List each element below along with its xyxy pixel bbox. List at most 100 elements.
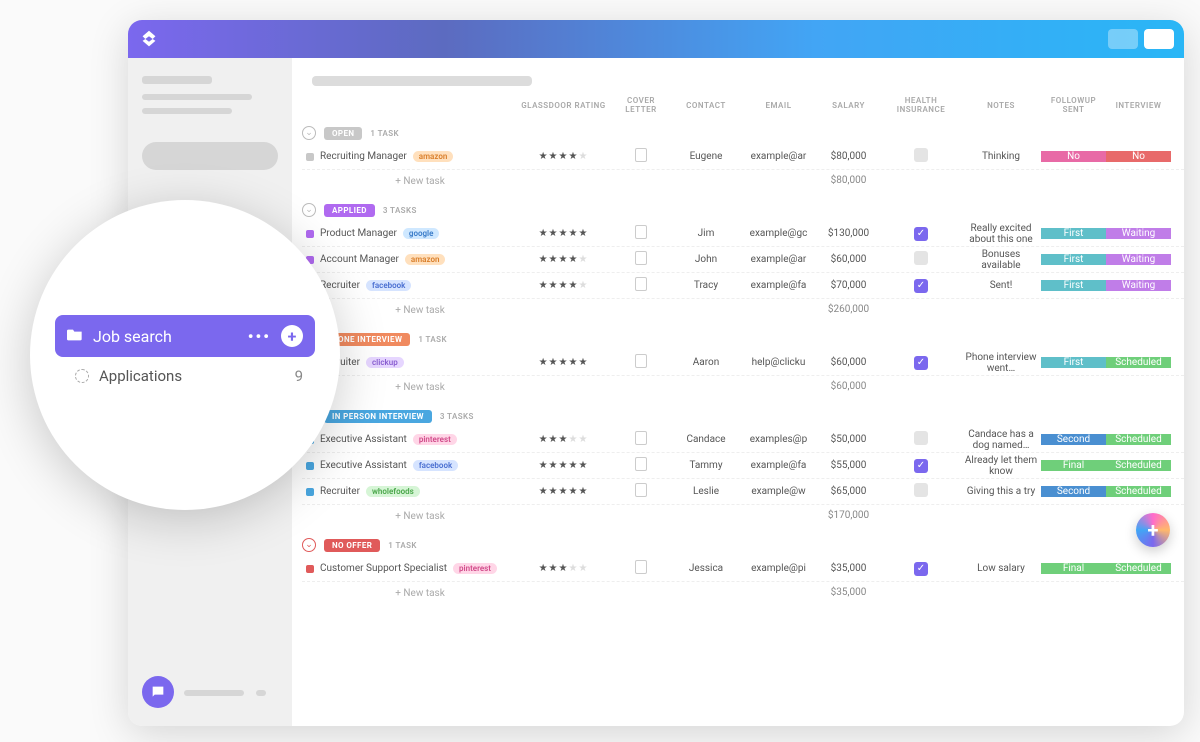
rating-cell[interactable]: ★★★★★ (516, 434, 611, 445)
company-tag[interactable]: facebook (413, 460, 458, 471)
new-task-button[interactable]: + New task (306, 299, 516, 320)
task-row[interactable]: Executive Assistant facebook ★★★★★ Tammy… (302, 453, 1184, 479)
checkbox[interactable]: ✓ (914, 279, 928, 293)
checkbox[interactable] (914, 431, 928, 445)
task-row[interactable]: Executive Assistant pinterest ★★★★★ Cand… (302, 427, 1184, 453)
salary-cell: $130,000 (816, 228, 881, 239)
document-icon[interactable] (635, 148, 647, 162)
checkbox[interactable] (914, 483, 928, 497)
rating-cell[interactable]: ★★★★★ (516, 357, 611, 368)
status-cell[interactable]: Waiting (1106, 254, 1171, 265)
status-cell[interactable]: First (1041, 228, 1106, 239)
status-cell[interactable]: Waiting (1106, 280, 1171, 291)
column-header[interactable]: HEALTH INSURANCE (881, 96, 961, 114)
task-row[interactable]: Account Manager amazon ★★★★★ John exampl… (302, 247, 1184, 273)
checkbox[interactable]: ✓ (914, 562, 928, 576)
window-button-1[interactable] (1108, 29, 1138, 49)
task-row[interactable]: Recruiting Manager amazon ★★★★★ Eugene e… (302, 144, 1184, 170)
company-tag[interactable]: wholefoods (366, 486, 420, 497)
column-header[interactable]: SALARY (816, 101, 881, 110)
document-icon[interactable] (635, 225, 647, 239)
task-row[interactable]: Recruiter clickup ★★★★★ Aaron help@click… (302, 350, 1184, 376)
status-cell[interactable]: Scheduled (1106, 563, 1171, 574)
status-cell[interactable]: Scheduled (1106, 460, 1171, 471)
checkbox[interactable]: ✓ (914, 356, 928, 370)
rating-cell[interactable]: ★★★★★ (516, 228, 611, 239)
column-header[interactable]: GLASSDOOR RATING (516, 101, 611, 110)
more-icon[interactable]: ••• (248, 327, 271, 346)
status-cell[interactable]: Second (1041, 486, 1106, 497)
task-row[interactable]: Product Manager google ★★★★★ Jim example… (302, 221, 1184, 247)
company-tag[interactable]: google (403, 228, 440, 239)
new-task-button[interactable]: + New task (306, 170, 516, 191)
checkbox[interactable]: ✓ (914, 459, 928, 473)
collapse-toggle[interactable]: ⌄ (302, 203, 316, 217)
status-label[interactable]: NO OFFER (324, 539, 380, 552)
document-icon[interactable] (635, 560, 647, 574)
status-label[interactable]: OPEN (324, 127, 362, 140)
task-row[interactable]: Customer Support Specialist pinterest ★★… (302, 556, 1184, 582)
sidebar-folder-job-search[interactable]: Job search ••• + (55, 315, 315, 357)
status-cell[interactable]: Second (1041, 434, 1106, 445)
status-cell[interactable]: Scheduled (1106, 434, 1171, 445)
company-tag[interactable]: amazon (413, 151, 454, 162)
checkbox[interactable] (914, 148, 928, 162)
rating-cell[interactable]: ★★★★★ (516, 460, 611, 471)
sidebar-search[interactable] (142, 142, 278, 170)
checkbox[interactable]: ✓ (914, 227, 928, 241)
column-header[interactable]: COVER LETTER (611, 96, 671, 114)
company-tag[interactable]: pinterest (413, 434, 457, 445)
rating-cell[interactable]: ★★★★★ (516, 486, 611, 497)
collapse-toggle[interactable]: ⌄ (302, 126, 316, 140)
status-square-icon[interactable] (306, 565, 314, 573)
document-icon[interactable] (635, 431, 647, 445)
checkbox[interactable] (914, 251, 928, 265)
chat-button[interactable] (142, 676, 174, 708)
status-label[interactable]: IN PERSON INTERVIEW (324, 410, 432, 423)
column-header[interactable]: EMAIL (741, 101, 816, 110)
company-tag[interactable]: clickup (366, 357, 404, 368)
rating-cell[interactable]: ★★★★★ (516, 151, 611, 162)
document-icon[interactable] (635, 354, 647, 368)
status-cell[interactable]: First (1041, 280, 1106, 291)
status-cell[interactable]: Scheduled (1106, 357, 1171, 368)
quick-create-button[interactable]: + (1136, 513, 1170, 547)
company-tag[interactable]: amazon (405, 254, 446, 265)
task-row[interactable]: Recruiter facebook ★★★★★ Tracy example@f… (302, 273, 1184, 299)
company-tag[interactable]: facebook (366, 280, 411, 291)
status-cell[interactable]: Final (1041, 563, 1106, 574)
status-group: ⌄ HONE INTERVIEW 1 TASK Recruiter clicku… (302, 328, 1184, 397)
company-tag[interactable]: pinterest (453, 563, 497, 574)
status-square-icon[interactable] (306, 462, 314, 470)
status-square-icon[interactable] (306, 153, 314, 161)
column-header[interactable]: FOLLOWUP SENT (1041, 96, 1106, 114)
status-cell[interactable]: No (1041, 151, 1106, 162)
add-button[interactable]: + (281, 325, 303, 347)
column-header[interactable]: CONTACT (671, 101, 741, 110)
collapse-toggle[interactable]: ⌄ (302, 538, 316, 552)
sidebar-list-applications[interactable]: Applications 9 (55, 357, 315, 395)
status-cell[interactable]: Final (1041, 460, 1106, 471)
document-icon[interactable] (635, 457, 647, 471)
document-icon[interactable] (635, 277, 647, 291)
status-label[interactable]: APPLIED (324, 204, 375, 217)
rating-cell[interactable]: ★★★★★ (516, 254, 611, 265)
column-header[interactable]: NOTES (961, 101, 1041, 110)
new-task-button[interactable]: + New task (306, 505, 516, 526)
status-cell[interactable]: First (1041, 357, 1106, 368)
status-cell[interactable]: Scheduled (1106, 486, 1171, 497)
status-square-icon[interactable] (306, 230, 314, 238)
status-cell[interactable]: No (1106, 151, 1171, 162)
status-cell[interactable]: Waiting (1106, 228, 1171, 239)
rating-cell[interactable]: ★★★★★ (516, 563, 611, 574)
status-square-icon[interactable] (306, 488, 314, 496)
new-task-button[interactable]: + New task (306, 582, 516, 603)
column-header[interactable]: INTERVIEW (1106, 101, 1171, 110)
task-row[interactable]: Recruiter wholefoods ★★★★★ Leslie exampl… (302, 479, 1184, 505)
status-cell[interactable]: First (1041, 254, 1106, 265)
email-cell: help@clicku (741, 357, 816, 368)
document-icon[interactable] (635, 483, 647, 497)
rating-cell[interactable]: ★★★★★ (516, 280, 611, 291)
window-button-2[interactable] (1144, 29, 1174, 49)
document-icon[interactable] (635, 251, 647, 265)
